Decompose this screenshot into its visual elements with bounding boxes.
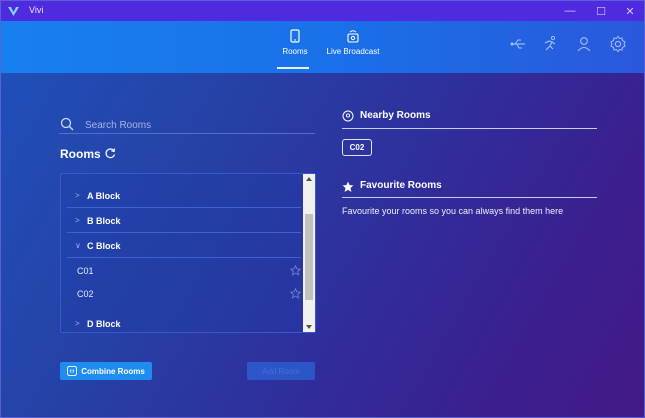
usb-icon[interactable] bbox=[509, 35, 527, 53]
tab-live-broadcast-label: Live Broadcast bbox=[326, 47, 380, 56]
block-label: B Block bbox=[87, 215, 121, 226]
search-input[interactable] bbox=[85, 117, 295, 133]
tab-rooms-label: Rooms bbox=[282, 47, 308, 56]
broadcast-icon bbox=[347, 30, 359, 43]
minimize-button[interactable]: — bbox=[556, 1, 584, 21]
block-label: C Block bbox=[87, 240, 121, 251]
block-d-row[interactable]: > D Block bbox=[67, 312, 301, 332]
title-bar: Vivi — ☐ ✕ bbox=[1, 1, 644, 21]
block-label: D Block bbox=[87, 318, 121, 329]
chevron-down-icon: ∨ bbox=[75, 241, 81, 250]
runner-icon[interactable] bbox=[541, 35, 559, 53]
add-room-button[interactable]: Add Room bbox=[247, 362, 315, 380]
room-list[interactable]: > A Block > B Block ∨ C Block C01 C02 > … bbox=[60, 173, 316, 333]
combine-rooms-label: Combine Rooms bbox=[81, 366, 145, 376]
block-c-row[interactable]: ∨ C Block bbox=[67, 234, 301, 258]
favourite-rooms-heading: Favourite Rooms bbox=[360, 180, 442, 191]
gear-icon[interactable] bbox=[609, 35, 627, 53]
star-filled-icon bbox=[342, 181, 354, 192]
nearby-room-label: C02 bbox=[349, 143, 365, 152]
top-navigation: Rooms Live Broadcast bbox=[1, 21, 644, 73]
room-row-c01[interactable]: C01 bbox=[67, 259, 301, 283]
star-outline-icon[interactable] bbox=[290, 288, 301, 299]
user-icon[interactable] bbox=[575, 35, 593, 53]
scroll-down-arrow-icon[interactable] bbox=[303, 322, 315, 332]
combine-rooms-button[interactable]: Combine Rooms bbox=[60, 362, 152, 380]
tab-live-broadcast[interactable]: Live Broadcast bbox=[323, 29, 383, 56]
favourites-divider bbox=[342, 197, 597, 198]
block-a-row[interactable]: > A Block bbox=[67, 184, 301, 208]
room-label: C02 bbox=[77, 289, 94, 299]
search-underline bbox=[59, 133, 315, 134]
scroll-thumb[interactable] bbox=[305, 214, 313, 300]
chevron-right-icon: > bbox=[75, 191, 80, 200]
room-row-c02[interactable]: C02 bbox=[67, 282, 301, 306]
close-button[interactable]: ✕ bbox=[616, 1, 644, 21]
close-icon: ✕ bbox=[625, 5, 635, 18]
chevron-right-icon: > bbox=[75, 216, 80, 225]
nearby-room-chip[interactable]: C02 bbox=[342, 139, 372, 156]
star-outline-icon[interactable] bbox=[290, 265, 301, 276]
tablet-icon bbox=[290, 29, 300, 43]
search-icon bbox=[60, 117, 74, 131]
active-tab-indicator bbox=[277, 67, 309, 69]
nearby-rooms-heading: Nearby Rooms bbox=[360, 110, 431, 121]
app-title: Vivi bbox=[29, 5, 44, 15]
app-window: Vivi — ☐ ✕ Rooms Live Broadcast Search R… bbox=[0, 0, 645, 418]
maximize-button[interactable]: ☐ bbox=[587, 1, 615, 21]
scroll-up-arrow-icon[interactable] bbox=[303, 174, 315, 184]
room-list-scrollbar[interactable] bbox=[303, 174, 315, 332]
vivi-logo-icon bbox=[8, 7, 19, 16]
rooms-heading: Rooms bbox=[60, 147, 101, 161]
block-b-row[interactable]: > B Block bbox=[67, 209, 301, 233]
maximize-icon: ☐ bbox=[596, 5, 606, 18]
chevron-right-icon: > bbox=[75, 319, 80, 328]
nearby-divider bbox=[342, 128, 597, 129]
location-pin-icon bbox=[342, 110, 354, 122]
tab-rooms[interactable]: Rooms bbox=[280, 29, 310, 56]
favourites-empty-message: Favourite your rooms so you can always f… bbox=[342, 206, 564, 216]
refresh-icon[interactable] bbox=[104, 147, 116, 159]
block-label: A Block bbox=[87, 190, 121, 201]
room-label: C01 bbox=[77, 266, 94, 276]
add-room-label: Add Room bbox=[262, 366, 300, 376]
minimize-icon: — bbox=[564, 5, 576, 17]
combine-icon bbox=[67, 366, 78, 376]
